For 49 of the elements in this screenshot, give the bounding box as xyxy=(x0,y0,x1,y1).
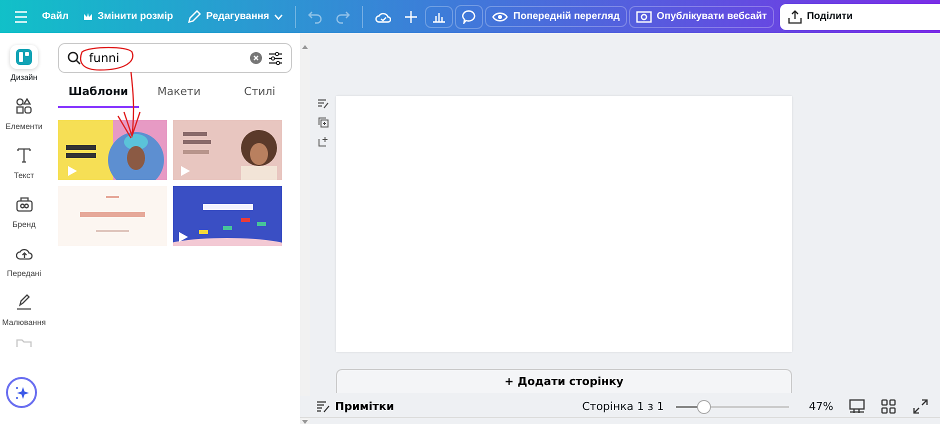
zoom-value: 47% xyxy=(808,400,834,413)
layout-icon xyxy=(15,48,33,66)
tab[interactable]: Макети xyxy=(138,81,220,108)
sidebar-item[interactable]: Елементи xyxy=(0,94,48,131)
briefcase-icon xyxy=(16,196,32,212)
scroll-up-icon[interactable] xyxy=(302,45,308,49)
grid-view-icon[interactable] xyxy=(849,399,866,414)
tab[interactable]: Шаблони xyxy=(58,81,139,108)
magic-button[interactable] xyxy=(6,377,37,408)
shapes-icon xyxy=(16,98,32,114)
chevron-down-icon xyxy=(274,14,284,20)
speech-bubble-icon xyxy=(462,10,476,24)
sidebar-item[interactable]: Дизайн xyxy=(0,45,48,82)
search-field[interactable]: funni xyxy=(58,43,292,73)
sidebar-item[interactable]: Бренд xyxy=(0,192,48,229)
publish-button[interactable]: Опублікувати вебсайт xyxy=(628,6,774,28)
add-page-button[interactable]: + Додати сторінку xyxy=(336,369,792,393)
bar-chart-icon xyxy=(432,10,446,22)
eye-icon xyxy=(492,12,508,22)
clear-icon[interactable] xyxy=(250,52,262,64)
sidebar-item[interactable]: Передані xyxy=(0,241,48,278)
notes-icon xyxy=(316,400,330,412)
crown-icon xyxy=(82,12,93,21)
search-icon xyxy=(67,51,81,65)
add-page-icon[interactable] xyxy=(318,136,328,147)
sidebar-item[interactable]: Текст xyxy=(0,143,48,180)
share-button[interactable]: Поділити xyxy=(780,4,940,30)
tab[interactable]: Стилі xyxy=(219,81,300,108)
sparkle-icon xyxy=(14,384,30,400)
scroll-down-icon[interactable] xyxy=(302,420,308,424)
pencil-icon xyxy=(187,10,202,24)
preview-button[interactable]: Попередній перегляд xyxy=(485,6,627,27)
duplicate-icon[interactable] xyxy=(318,117,328,128)
notes-button[interactable]: Примітки xyxy=(316,400,394,413)
comment-button[interactable] xyxy=(455,4,484,28)
page-counter: Сторінка 1 з 1 xyxy=(582,400,664,413)
sidebar-item[interactable]: Малювання xyxy=(0,290,48,327)
thumbnails-icon[interactable] xyxy=(881,399,898,414)
upload-icon xyxy=(788,10,802,24)
website-icon xyxy=(636,10,652,22)
notes-icon[interactable] xyxy=(317,99,329,109)
cloud-upload-icon xyxy=(16,246,32,260)
text-icon xyxy=(16,147,32,163)
slider-thumb[interactable] xyxy=(697,400,712,414)
chart-button[interactable] xyxy=(425,6,454,28)
pen-icon xyxy=(16,294,32,310)
fullscreen-icon[interactable] xyxy=(913,399,930,414)
filter-icon[interactable] xyxy=(268,52,283,64)
folder-icon xyxy=(16,339,32,347)
